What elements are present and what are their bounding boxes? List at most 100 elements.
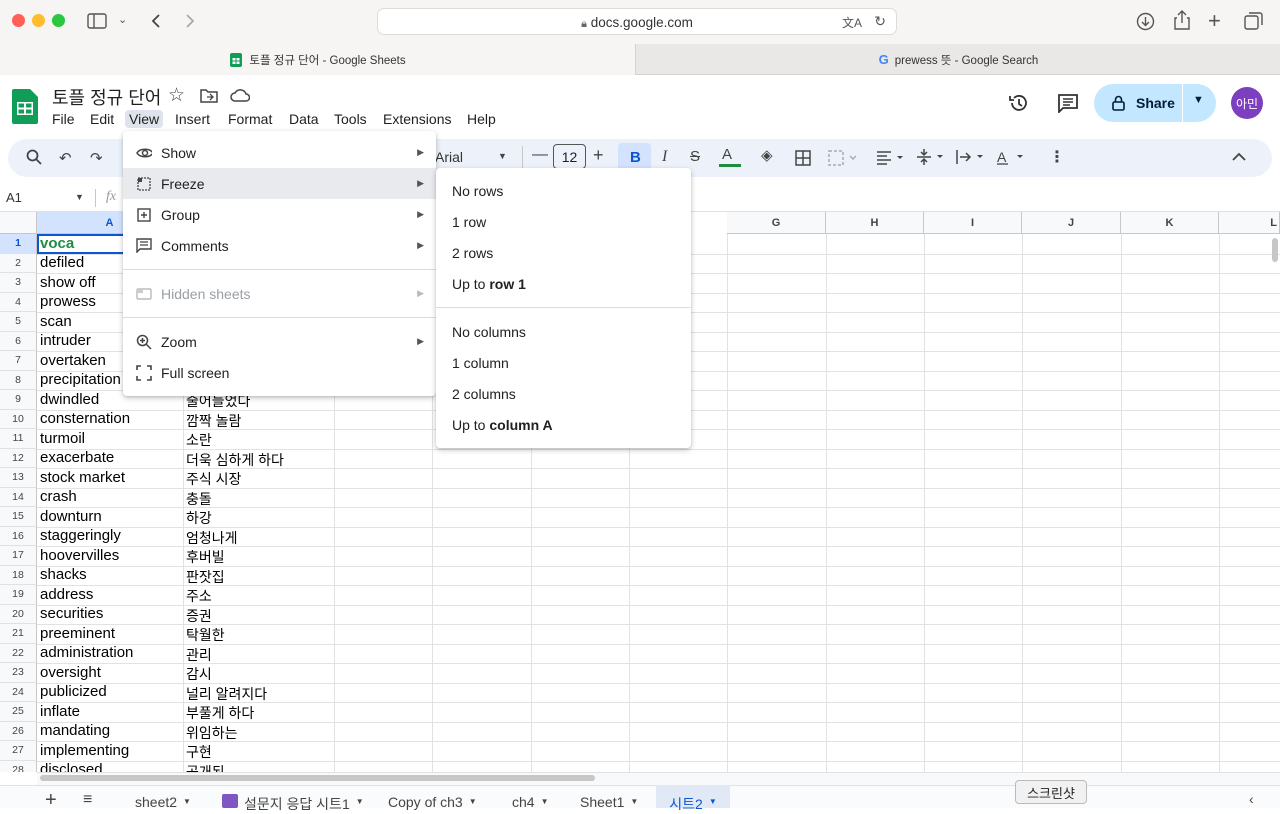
zoom-window-button[interactable] [52, 14, 65, 27]
chevron-down-icon[interactable]: ⌄ [118, 13, 127, 26]
cell-b[interactable]: 깜짝 놀람 [186, 411, 241, 431]
back-icon[interactable] [150, 13, 162, 29]
freeze-no-rows[interactable]: No rows [452, 183, 503, 199]
bold-button[interactable]: B [630, 149, 641, 166]
menu-file[interactable]: File [48, 110, 79, 128]
cell-a[interactable]: prowess [40, 293, 96, 310]
row-header[interactable]: 26 [0, 721, 37, 741]
name-box[interactable]: A1 [6, 190, 22, 205]
row-header[interactable]: 7 [0, 351, 37, 371]
cell-a[interactable]: downturn [40, 508, 102, 525]
view-menu-full-screen[interactable]: Full screen [123, 357, 436, 388]
row-header[interactable]: 21 [0, 624, 37, 644]
row-header[interactable]: 15 [0, 507, 37, 527]
menu-extensions[interactable]: Extensions [379, 110, 455, 128]
row-header[interactable]: 27 [0, 741, 37, 761]
cell-b[interactable]: 증권 [186, 606, 212, 626]
cell-a[interactable]: mandating [40, 722, 110, 739]
font-family-select[interactable]: Arial [435, 149, 463, 165]
cell-a[interactable]: precipitation [40, 371, 121, 388]
merge-cells-icon[interactable] [828, 150, 856, 166]
cell-a[interactable]: show off [40, 274, 96, 291]
menu-data[interactable]: Data [285, 110, 323, 128]
increase-font-icon[interactable]: + [593, 145, 604, 166]
chevron-down-icon[interactable]: ▼ [541, 794, 549, 806]
text-color-icon[interactable]: A [722, 146, 732, 163]
sheet-tab[interactable]: Copy of ch3 ▼ [388, 785, 477, 810]
view-menu-freeze[interactable]: Freeze ▶ [123, 168, 436, 199]
row-header[interactable]: 17 [0, 546, 37, 566]
cell-b[interactable]: 소란 [186, 430, 212, 450]
row-header[interactable]: 13 [0, 468, 37, 488]
cell-a[interactable]: scan [40, 313, 72, 330]
document-title[interactable]: 토플 정규 단어 [52, 84, 161, 110]
cell-b[interactable]: 하강 [186, 508, 212, 528]
scroll-sheets-left-icon[interactable]: ‹ [1249, 791, 1254, 807]
cell-a[interactable]: stock market [40, 469, 125, 486]
cell-a[interactable]: intruder [40, 332, 91, 349]
row-header[interactable]: 5 [0, 312, 37, 332]
text-rotation-icon[interactable]: A [996, 148, 1026, 166]
cell-b[interactable]: 엄청나게 [186, 528, 238, 548]
view-menu-show[interactable]: Show ▶ [123, 137, 436, 168]
menu-help[interactable]: Help [463, 110, 500, 128]
menu-tools[interactable]: Tools [330, 110, 371, 128]
cell-a[interactable]: address [40, 586, 93, 603]
view-menu-comments[interactable]: Comments ▶ [123, 230, 436, 261]
version-history-icon[interactable] [1008, 92, 1030, 114]
freeze-no-columns[interactable]: No columns [452, 324, 526, 340]
move-folder-icon[interactable] [200, 87, 218, 103]
horizontal-align-icon[interactable] [876, 150, 906, 166]
share-button[interactable]: Share ▼ [1094, 84, 1216, 122]
row-header[interactable]: 22 [0, 643, 37, 663]
translate-icon[interactable]: 文A [842, 14, 862, 31]
share-sheet-icon[interactable] [1174, 10, 1190, 30]
cell-a[interactable]: implementing [40, 742, 129, 759]
cell-a[interactable]: disclosed [40, 761, 103, 772]
collapse-toolbar-icon[interactable] [1232, 152, 1246, 162]
chevron-down-icon[interactable]: ▼ [356, 794, 364, 806]
cell-a[interactable]: shacks [40, 566, 87, 583]
decrease-font-icon[interactable]: — [532, 146, 548, 164]
column-header-h[interactable]: H [826, 212, 924, 234]
browser-tab-search[interactable]: G prewess 뜻 - Google Search [637, 44, 1280, 75]
name-box-dropdown-icon[interactable]: ▼ [75, 192, 84, 202]
column-header-k[interactable]: K [1121, 212, 1219, 234]
cell-b[interactable]: 판잣집 [186, 567, 225, 587]
chevron-down-icon[interactable]: ▼ [630, 794, 638, 806]
cell-b[interactable]: 주식 시장 [186, 469, 241, 489]
cell-a[interactable]: exacerbate [40, 449, 114, 466]
download-icon[interactable] [1136, 12, 1155, 31]
cell-b[interactable]: 더욱 심하게 하다 [186, 450, 284, 470]
tab-overview-icon[interactable] [1244, 12, 1263, 30]
cell-a[interactable]: crash [40, 488, 77, 505]
sheet-tab[interactable]: 설문지 응답 시트1 ▼ [222, 785, 364, 812]
cell-b[interactable]: 부풀게 하다 [186, 703, 254, 723]
cell-a[interactable]: staggeringly [40, 527, 121, 544]
cell-b[interactable]: 위임하는 [186, 723, 238, 743]
sheet-tab-active[interactable]: 시트2 ▼ [656, 785, 730, 812]
horizontal-scrollbar[interactable] [40, 775, 595, 781]
cell-b[interactable]: 널리 알려지다 [186, 684, 267, 704]
cell-a[interactable]: oversight [40, 664, 101, 681]
row-header[interactable]: 11 [0, 429, 37, 449]
redo-icon[interactable]: ↷ [90, 149, 103, 167]
forward-icon[interactable] [184, 13, 196, 29]
cell-a[interactable]: overtaken [40, 352, 106, 369]
cell-a[interactable]: turmoil [40, 430, 85, 447]
font-size-input[interactable]: 12 [553, 144, 586, 169]
comments-icon[interactable] [1057, 93, 1079, 113]
row-header[interactable]: 12 [0, 448, 37, 468]
chevron-down-icon[interactable]: ▼ [183, 794, 191, 806]
sheets-logo-icon[interactable] [12, 89, 38, 124]
cell-a[interactable]: dwindled [40, 391, 99, 408]
text-wrap-icon[interactable] [956, 149, 986, 165]
sheet-tab[interactable]: Sheet1 ▼ [580, 785, 638, 810]
cell-b[interactable]: 공개된 [186, 762, 225, 773]
undo-icon[interactable]: ↶ [59, 149, 72, 167]
column-header-j[interactable]: J [1022, 212, 1121, 234]
sheet-tab[interactable]: ch4 ▼ [512, 785, 549, 810]
row-header[interactable]: 2 [0, 253, 37, 273]
cell-a[interactable]: publicized [40, 683, 107, 700]
cell-b[interactable]: 구현 [186, 742, 212, 762]
